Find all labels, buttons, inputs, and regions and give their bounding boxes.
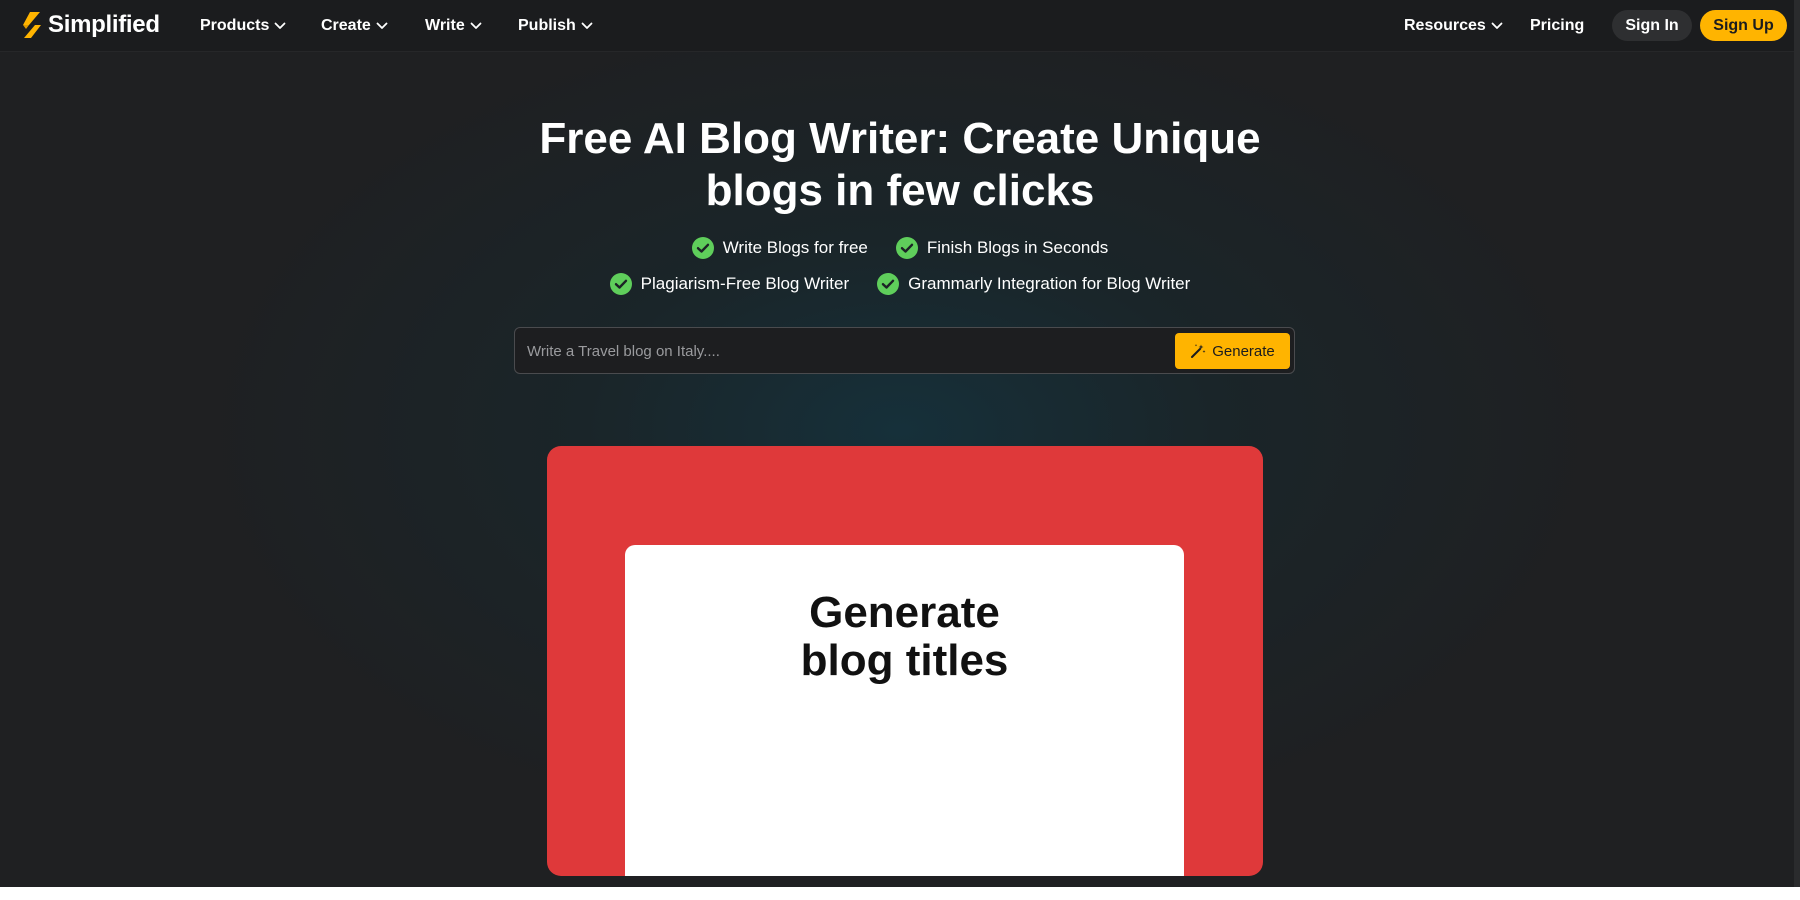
blog-prompt-input[interactable]	[527, 338, 1147, 364]
demo-video[interactable]: Generate blog titles	[547, 446, 1263, 876]
check-circle-icon	[877, 273, 900, 295]
simplified-logo-icon	[23, 12, 41, 38]
nav-products-label: Products	[200, 17, 270, 34]
chevron-down-icon	[274, 22, 286, 29]
window-bottom-edge	[0, 887, 1800, 900]
feature-item: Plagiarism-Free Blog Writer	[609, 273, 850, 295]
blog-prompt-box: Generate	[514, 327, 1295, 374]
hero-title: Free AI Blog Writer: Create Unique blogs…	[450, 113, 1350, 217]
nav-resources[interactable]: Resources	[1404, 15, 1503, 37]
chevron-down-icon	[470, 22, 482, 29]
nav-pricing-label: Pricing	[1530, 17, 1585, 34]
feature-label: Write Blogs for free	[722, 238, 868, 257]
brand-logo[interactable]: Simplified	[20, 10, 160, 40]
nav-create[interactable]: Create	[321, 15, 388, 37]
chevron-down-icon	[376, 22, 388, 29]
page-scrollbar[interactable]	[1794, 0, 1800, 887]
brand-name: Simplified	[48, 11, 160, 38]
nav-resources-label: Resources	[1404, 17, 1486, 34]
feature-label: Finish Blogs in Seconds	[926, 238, 1109, 257]
check-circle-icon	[691, 237, 714, 259]
check-circle-icon	[895, 237, 918, 259]
nav-publish[interactable]: Publish	[518, 15, 593, 37]
feature-label: Plagiarism-Free Blog Writer	[640, 274, 850, 293]
feature-item: Write Blogs for free	[691, 237, 868, 259]
hero-title-line1: Free AI Blog Writer: Create Unique	[539, 114, 1261, 163]
chevron-down-icon	[1491, 22, 1503, 29]
magic-wand-icon	[1191, 344, 1206, 358]
feature-item: Finish Blogs in Seconds	[895, 237, 1109, 259]
check-circle-icon	[609, 273, 632, 295]
nav-write[interactable]: Write	[425, 15, 482, 37]
nav-products[interactable]: Products	[200, 15, 286, 37]
nav-publish-label: Publish	[518, 17, 576, 34]
feature-list-row1: Write Blogs for free Finish Blogs in Sec…	[0, 237, 1800, 259]
feature-list-row2: Plagiarism-Free Blog Writer Grammarly In…	[0, 273, 1800, 295]
chevron-down-icon	[581, 22, 593, 29]
generate-button-label: Generate	[1212, 342, 1275, 360]
feature-item: Grammarly Integration for Blog Writer	[877, 273, 1190, 295]
nav-write-label: Write	[425, 17, 465, 34]
feature-label: Grammarly Integration for Blog Writer	[908, 274, 1191, 293]
hero-title-line2: blogs in few clicks	[705, 166, 1095, 215]
nav-pricing[interactable]: Pricing	[1530, 15, 1584, 37]
nav-create-label: Create	[321, 17, 371, 34]
sign-in-button[interactable]: Sign In	[1612, 10, 1692, 41]
demo-video-panel: Generate blog titles	[625, 545, 1184, 876]
top-navbar: Simplified Products Create Write Publish…	[0, 0, 1800, 52]
demo-video-title-line2: blog titles	[800, 636, 1009, 685]
demo-video-title: Generate blog titles	[625, 589, 1184, 685]
demo-video-title-line1: Generate	[809, 588, 1000, 637]
sign-up-button[interactable]: Sign Up	[1700, 10, 1787, 41]
generate-button[interactable]: Generate	[1175, 333, 1290, 369]
